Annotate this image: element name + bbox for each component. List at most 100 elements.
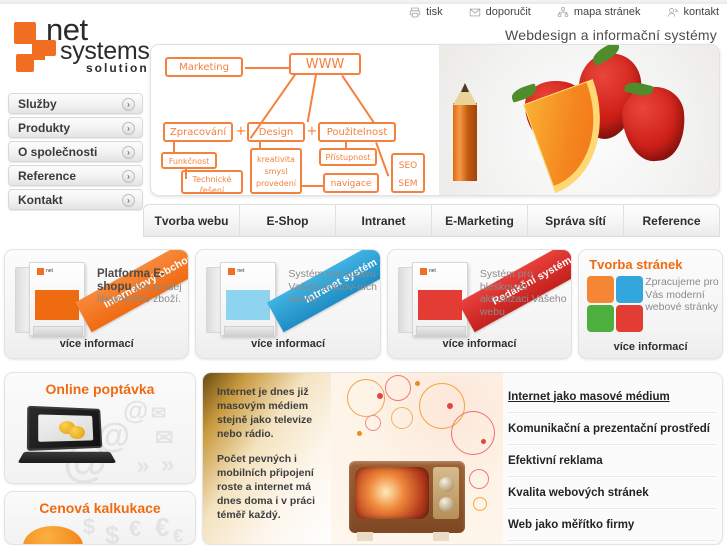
diagram-node-kreativita: kreativita smysl provedení	[250, 148, 302, 194]
puzzle-icon	[587, 276, 645, 334]
topnav-label-mapa-stranek: mapa stránek	[573, 6, 641, 18]
tab-e-shop[interactable]: E-Shop	[240, 205, 336, 236]
diagram-plus-2: +	[306, 124, 318, 139]
promo-online-poptavka[interactable]: @ @ @ ✉ ✉ » » Online poptávka	[4, 372, 196, 484]
tab-e-marketing[interactable]: E-Marketing	[432, 205, 528, 236]
diagram-line-6	[185, 169, 187, 179]
laptop-icon	[17, 405, 117, 469]
product-card-eshop[interactable]: net Internetový obchod Platforma E-shopu…	[4, 249, 190, 359]
coin-icon	[23, 526, 83, 544]
chevron-right-icon: ›	[122, 98, 135, 111]
article-link-web-jako-meritko-firmy[interactable]: Web jako měřítko firmy	[508, 509, 716, 541]
top-navigation: tisk doporučit mapa stránek kontakt	[409, 6, 719, 18]
diagram-line-10	[302, 185, 324, 187]
topnav-item-kontakt[interactable]: kontakt	[667, 6, 719, 18]
article-link-komunikacni-prostredi[interactable]: Komunikační a prezentační prostředí	[508, 413, 716, 445]
diagram-line-3	[306, 74, 317, 123]
diagram-node-technicke-reseni: Technické řešení	[181, 170, 243, 195]
printer-icon	[409, 7, 421, 17]
chevron-right-icon: ›	[122, 146, 135, 159]
tab-tvorba-webu[interactable]: Tvorba webu	[144, 205, 240, 236]
diagram-plus-1: +	[235, 124, 247, 139]
tv-illustration	[331, 373, 503, 544]
tab-intranet[interactable]: Intranet	[336, 205, 432, 236]
article-link-list: Internet jako masové médium Komunikační …	[508, 381, 716, 541]
envelope-icon	[469, 8, 480, 16]
sidebar-item-produkty[interactable]: Produkty ›	[8, 117, 143, 138]
diagram-arrow-1	[245, 67, 289, 69]
card-description: Systém pro správu Vašich pracov-ních úko…	[288, 268, 377, 305]
product-card-redakcni-system[interactable]: net Redakční systém Systém pro bleskovou…	[386, 249, 573, 359]
diagram-line-8	[345, 142, 347, 150]
top-strip	[0, 0, 727, 4]
sidebar-label-kontakt: Kontakt	[18, 192, 63, 207]
sitemap-icon	[557, 6, 569, 17]
strawberry-icon	[619, 83, 689, 165]
retro-tv-icon	[349, 461, 465, 541]
page-root: net systems solution tisk doporučit mapa…	[0, 0, 727, 545]
sidebar-menu: Služby › Produkty › O společnosti › Refe…	[8, 93, 143, 213]
article-link-kvalita-webovych-stranek[interactable]: Kvalita webových stránek	[508, 477, 716, 509]
promo-title: Online poptávka	[45, 381, 155, 397]
topnav-label-doporucit: doporučit	[485, 6, 531, 18]
sidebar-item-o-spolecnosti[interactable]: O společnosti ›	[8, 141, 143, 162]
diagram-node-navigace: navigace	[323, 173, 379, 193]
diagram-line-4	[341, 75, 376, 125]
pencil-icon	[453, 73, 477, 181]
story-panel: Internet je dnes již masovým médiem stej…	[202, 372, 723, 545]
chevron-right-icon: ›	[122, 194, 135, 207]
sidebar-label-sluzby: Služby	[18, 96, 57, 111]
topnav-item-doporucit[interactable]: doporučit	[469, 6, 531, 18]
promo-title: Cenová kalkukace	[39, 500, 161, 516]
site-tagline: Webdesign a informační systémy	[505, 27, 717, 43]
story-paragraph-2: Počet pevných i mobilních připojení rost…	[217, 453, 316, 521]
diagram-node-marketing: Marketing	[165, 57, 243, 77]
diagram-node-seo-sem: SEO SEM	[391, 153, 425, 193]
site-logo[interactable]: net systems solution	[8, 14, 150, 76]
more-info-link[interactable]: více informací	[388, 338, 571, 350]
sidebar-item-reference[interactable]: Reference ›	[8, 165, 143, 186]
product-card-intranet[interactable]: net Intranet systém Systém pro správu Va…	[195, 249, 381, 359]
card-description: Platforma E-shopu pro prodej libovolného…	[97, 268, 188, 306]
chevron-right-icon: ›	[122, 122, 135, 135]
article-link-efektivni-reklama[interactable]: Efektivní reklama	[508, 445, 716, 477]
tab-sprava-siti[interactable]: Správa sítí	[528, 205, 624, 236]
article-link-internet-masove-medium[interactable]: Internet jako masové médium	[508, 381, 716, 413]
card-title: Tvorba stránek	[589, 257, 683, 272]
more-info-link[interactable]: více informací	[5, 338, 188, 350]
topnav-label-tisk: tisk	[426, 6, 443, 18]
diagram-node-pouzitelnost: Použitelnost	[318, 122, 396, 142]
product-card-list: net Internetový obchod Platforma E-shopu…	[4, 249, 723, 359]
contact-icon	[667, 7, 679, 17]
diagram-node-funkcnost: Funkčnost	[161, 152, 217, 169]
diagram-line-7	[259, 142, 261, 150]
diagram-line-5	[173, 142, 175, 153]
hero-banner[interactable]: Marketing WWW Zpracování + Design + Použ…	[150, 44, 720, 196]
topnav-item-mapa-stranek[interactable]: mapa stránek	[557, 6, 641, 18]
chevron-right-icon: ›	[122, 170, 135, 183]
sidebar-item-kontakt[interactable]: Kontakt ›	[8, 189, 143, 210]
diagram-line-9	[375, 142, 390, 177]
sidebar-label-produkty: Produkty	[18, 120, 71, 135]
hero-photo	[439, 45, 719, 195]
card-description: Systém pro bleskovou aktualizaci Vašeho …	[479, 268, 567, 318]
diagram-node-design: Design	[247, 122, 305, 142]
hero-diagram: Marketing WWW Zpracování + Design + Použ…	[151, 45, 441, 195]
promo-cenova-kalkukace[interactable]: $ $ € € € Cenová kalkukace	[4, 491, 196, 545]
logo-text-solution: solution	[86, 61, 149, 75]
story-paragraph-1: Internet je dnes již masovým médiem stej…	[217, 386, 313, 440]
more-info-link[interactable]: více informací	[579, 341, 722, 353]
topnav-item-tisk[interactable]: tisk	[409, 6, 443, 18]
story-text: Internet je dnes již masovým médiem stej…	[217, 385, 325, 522]
tab-reference[interactable]: Reference	[624, 205, 719, 236]
diagram-node-zpracovani: Zpracování	[163, 122, 233, 142]
sidebar-item-sluzby[interactable]: Služby ›	[8, 93, 143, 114]
topnav-label-kontakt: kontakt	[683, 6, 719, 18]
product-card-tvorba-stranek[interactable]: Tvorba stránek Zpracujeme pro Vás modern…	[578, 249, 723, 359]
sidebar-label-reference: Reference	[18, 168, 77, 183]
main-tabs: Tvorba webu E-Shop Intranet E-Marketing …	[143, 204, 720, 237]
diagram-node-www: WWW	[289, 53, 361, 75]
more-info-link[interactable]: více informací	[196, 338, 379, 350]
sidebar-label-o-spolecnosti: O společnosti	[18, 144, 98, 159]
diagram-node-pristupnost: Přístupnost	[319, 148, 377, 166]
